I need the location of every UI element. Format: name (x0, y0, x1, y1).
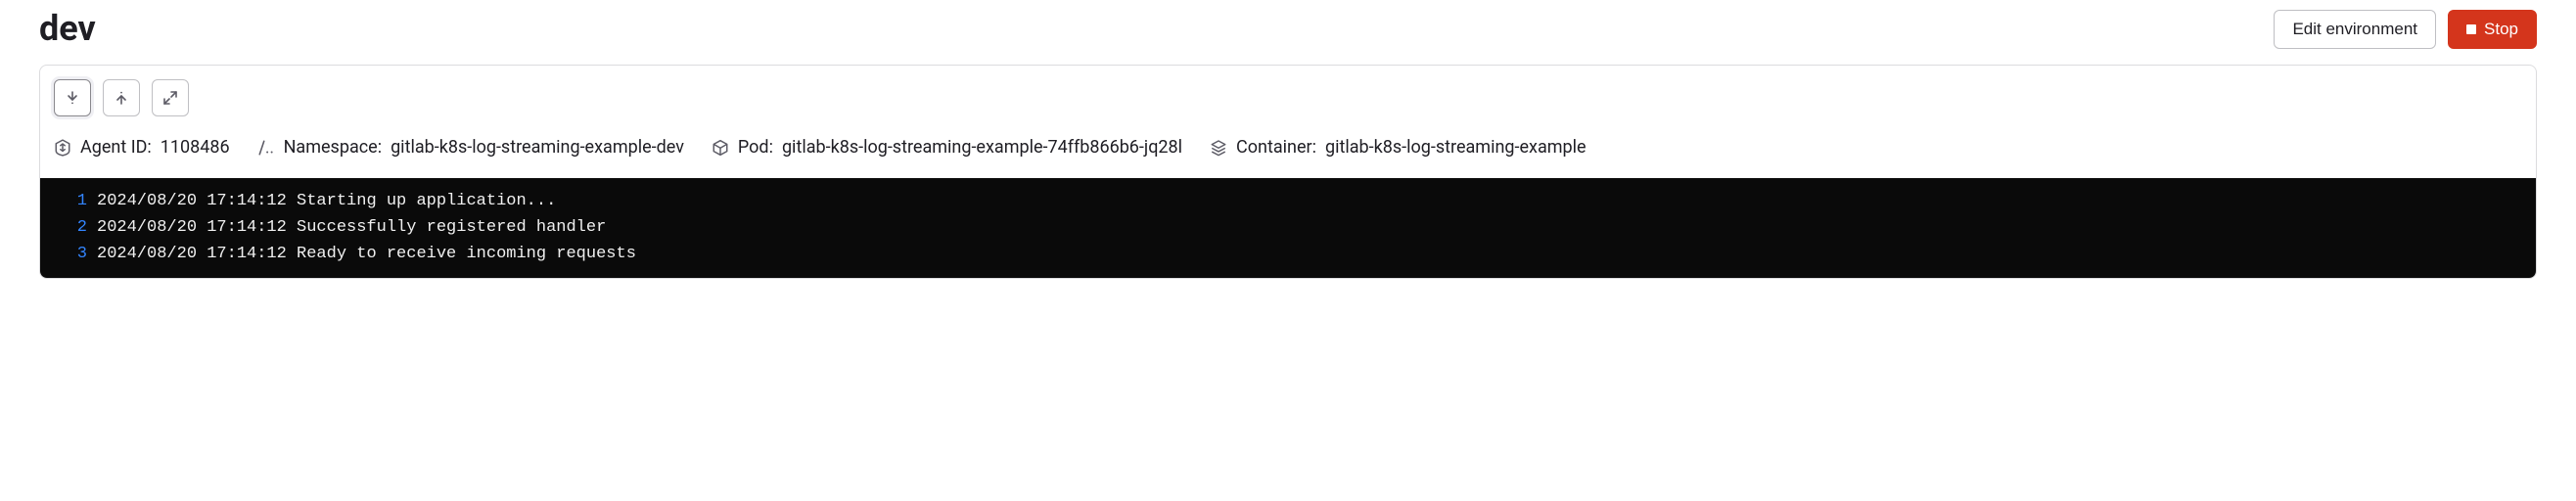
expand-icon (162, 90, 178, 106)
namespace-label: Namespace: (284, 134, 382, 160)
log-line-number: 3 (58, 241, 87, 267)
namespace-icon (257, 139, 275, 157)
agent-id-label: Agent ID: (80, 134, 152, 160)
log-line-text: 2024/08/20 17:14:12 Successfully registe… (97, 214, 606, 241)
pod: Pod: gitlab-k8s-log-streaming-example-74… (712, 134, 1182, 160)
pod-value: gitlab-k8s-log-streaming-example-74ffb86… (782, 134, 1182, 160)
cube-icon (712, 139, 729, 157)
namespace-value: gitlab-k8s-log-streaming-example-dev (391, 134, 684, 160)
log-panel: Agent ID: 1108486 Namespace: gitlab-k8s-… (39, 65, 2537, 279)
scroll-to-top-button[interactable] (103, 79, 140, 116)
layers-icon (1210, 139, 1227, 157)
page-title: dev (39, 10, 96, 49)
log-line-text: 2024/08/20 17:14:12 Starting up applicat… (97, 188, 556, 214)
log-toolbar (54, 79, 2522, 116)
agent-icon (54, 139, 71, 157)
page-header: dev Edit environment Stop (39, 10, 2537, 49)
stop-button[interactable]: Stop (2448, 10, 2537, 49)
log-line-number: 2 (58, 214, 87, 241)
agent-id-value: 1108486 (161, 134, 230, 160)
log-panel-top: Agent ID: 1108486 Namespace: gitlab-k8s-… (40, 66, 2536, 178)
log-line: 2 2024/08/20 17:14:12 Successfully regist… (40, 214, 2536, 241)
header-actions: Edit environment Stop (2274, 10, 2537, 49)
container-value: gitlab-k8s-log-streaming-example (1325, 134, 1587, 160)
stop-icon (2466, 24, 2476, 34)
arrow-down-icon (65, 90, 80, 106)
log-line: 1 2024/08/20 17:14:12 Starting up applica… (40, 188, 2536, 214)
container: Container: gitlab-k8s-log-streaming-exam… (1210, 134, 1587, 160)
edit-environment-button[interactable]: Edit environment (2274, 10, 2436, 49)
arrow-up-icon (114, 90, 129, 106)
log-line-number: 1 (58, 188, 87, 214)
expand-button[interactable] (152, 79, 189, 116)
scroll-to-bottom-button[interactable] (54, 79, 91, 116)
log-line: 3 2024/08/20 17:14:12 Ready to receive in… (40, 241, 2536, 267)
pod-label: Pod: (738, 134, 773, 160)
edit-environment-label: Edit environment (2292, 20, 2417, 39)
resource-meta: Agent ID: 1108486 Namespace: gitlab-k8s-… (54, 134, 2522, 160)
agent-id: Agent ID: 1108486 (54, 134, 230, 160)
log-output: 1 2024/08/20 17:14:12 Starting up applica… (40, 178, 2536, 278)
namespace: Namespace: gitlab-k8s-log-streaming-exam… (257, 134, 684, 160)
log-line-text: 2024/08/20 17:14:12 Ready to receive inc… (97, 241, 636, 267)
container-label: Container: (1236, 134, 1316, 160)
stop-label: Stop (2484, 20, 2518, 39)
